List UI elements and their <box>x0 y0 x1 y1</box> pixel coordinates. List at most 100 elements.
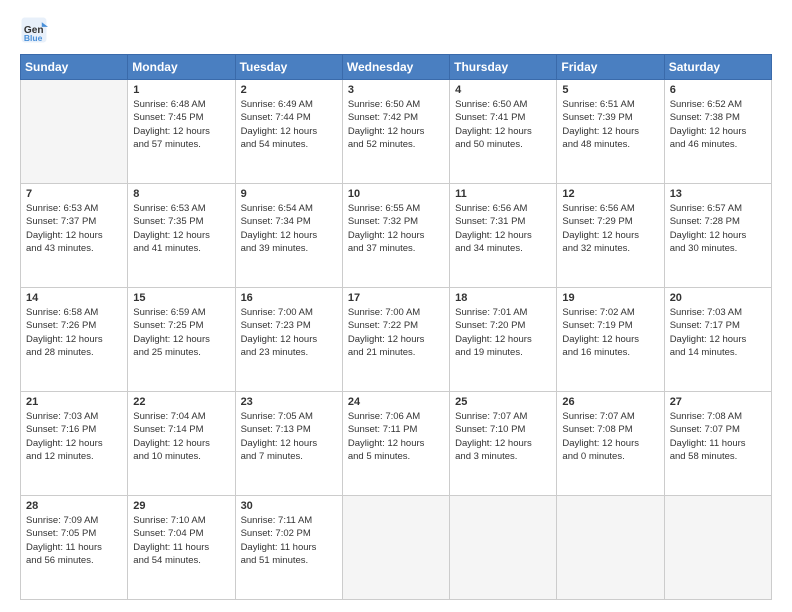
day-info: Sunrise: 7:11 AM Sunset: 7:02 PM Dayligh… <box>241 514 337 567</box>
day-info: Sunrise: 6:53 AM Sunset: 7:35 PM Dayligh… <box>133 202 229 255</box>
calendar-cell <box>342 496 449 600</box>
day-info: Sunrise: 6:54 AM Sunset: 7:34 PM Dayligh… <box>241 202 337 255</box>
calendar-cell: 30 Sunrise: 7:11 AM Sunset: 7:02 PM Dayli… <box>235 496 342 600</box>
calendar-cell: 4 Sunrise: 6:50 AM Sunset: 7:41 PM Daylig… <box>450 80 557 184</box>
day-info: Sunrise: 6:56 AM Sunset: 7:29 PM Dayligh… <box>562 202 658 255</box>
day-info: Sunrise: 7:09 AM Sunset: 7:05 PM Dayligh… <box>26 514 122 567</box>
day-number: 26 <box>562 396 658 408</box>
day-number: 22 <box>133 396 229 408</box>
day-info: Sunrise: 7:04 AM Sunset: 7:14 PM Dayligh… <box>133 410 229 463</box>
weekday-header: Sunday <box>21 55 128 80</box>
day-info: Sunrise: 6:52 AM Sunset: 7:38 PM Dayligh… <box>670 98 766 151</box>
logo-icon: Gen Blue <box>20 16 48 44</box>
calendar-cell: 28 Sunrise: 7:09 AM Sunset: 7:05 PM Dayli… <box>21 496 128 600</box>
calendar-cell: 2 Sunrise: 6:49 AM Sunset: 7:44 PM Daylig… <box>235 80 342 184</box>
calendar-cell: 24 Sunrise: 7:06 AM Sunset: 7:11 PM Dayli… <box>342 392 449 496</box>
calendar-table: SundayMondayTuesdayWednesdayThursdayFrid… <box>20 54 772 600</box>
calendar-cell: 25Sunrise: 7:07 AM Sunset: 7:10 PM Dayli… <box>450 392 557 496</box>
day-number: 29 <box>133 500 229 512</box>
day-number: 21 <box>26 396 122 408</box>
calendar-cell: 27 Sunrise: 7:08 AM Sunset: 7:07 PM Dayli… <box>664 392 771 496</box>
calendar-cell: 16 Sunrise: 7:00 AM Sunset: 7:23 PM Dayli… <box>235 288 342 392</box>
day-info: Sunrise: 6:48 AM Sunset: 7:45 PM Dayligh… <box>133 98 229 151</box>
calendar-cell: 13 Sunrise: 6:57 AM Sunset: 7:28 PM Dayli… <box>664 184 771 288</box>
day-number: 28 <box>26 500 122 512</box>
calendar-cell <box>450 496 557 600</box>
weekday-header-row: SundayMondayTuesdayWednesdayThursdayFrid… <box>21 55 772 80</box>
day-info: Sunrise: 7:01 AM Sunset: 7:20 PM Dayligh… <box>455 306 551 359</box>
day-info: Sunrise: 6:56 AM Sunset: 7:31 PM Dayligh… <box>455 202 551 255</box>
calendar-cell: 17Sunrise: 7:00 AM Sunset: 7:22 PM Dayli… <box>342 288 449 392</box>
day-info: Sunrise: 7:00 AM Sunset: 7:23 PM Dayligh… <box>241 306 337 359</box>
calendar-cell: 18 Sunrise: 7:01 AM Sunset: 7:20 PM Dayli… <box>450 288 557 392</box>
day-info: Sunrise: 6:49 AM Sunset: 7:44 PM Dayligh… <box>241 98 337 151</box>
day-info: Sunrise: 6:50 AM Sunset: 7:41 PM Dayligh… <box>455 98 551 151</box>
day-info: Sunrise: 7:07 AM Sunset: 7:08 PM Dayligh… <box>562 410 658 463</box>
weekday-header: Wednesday <box>342 55 449 80</box>
calendar-cell <box>664 496 771 600</box>
calendar-cell: 15Sunrise: 6:59 AM Sunset: 7:25 PM Dayli… <box>128 288 235 392</box>
calendar-cell: 7 Sunrise: 6:53 AM Sunset: 7:37 PM Daylig… <box>21 184 128 288</box>
day-number: 23 <box>241 396 337 408</box>
day-info: Sunrise: 7:06 AM Sunset: 7:11 PM Dayligh… <box>348 410 444 463</box>
calendar-cell: 12 Sunrise: 6:56 AM Sunset: 7:29 PM Dayli… <box>557 184 664 288</box>
day-number: 8 <box>133 188 229 200</box>
calendar-cell: 11Sunrise: 6:56 AM Sunset: 7:31 PM Dayli… <box>450 184 557 288</box>
day-number: 1 <box>133 84 229 96</box>
day-info: Sunrise: 6:59 AM Sunset: 7:25 PM Dayligh… <box>133 306 229 359</box>
day-number: 10 <box>348 188 444 200</box>
calendar-cell: 29 Sunrise: 7:10 AM Sunset: 7:04 PM Dayli… <box>128 496 235 600</box>
day-number: 19 <box>562 292 658 304</box>
day-info: Sunrise: 6:57 AM Sunset: 7:28 PM Dayligh… <box>670 202 766 255</box>
day-number: 6 <box>670 84 766 96</box>
calendar-cell <box>21 80 128 184</box>
calendar-cell <box>557 496 664 600</box>
day-number: 13 <box>670 188 766 200</box>
day-info: Sunrise: 7:00 AM Sunset: 7:22 PM Dayligh… <box>348 306 444 359</box>
day-number: 12 <box>562 188 658 200</box>
weekday-header: Thursday <box>450 55 557 80</box>
calendar-cell: 22 Sunrise: 7:04 AM Sunset: 7:14 PM Dayli… <box>128 392 235 496</box>
day-number: 4 <box>455 84 551 96</box>
calendar-cell: 6 Sunrise: 6:52 AM Sunset: 7:38 PM Daylig… <box>664 80 771 184</box>
day-info: Sunrise: 6:51 AM Sunset: 7:39 PM Dayligh… <box>562 98 658 151</box>
day-info: Sunrise: 7:08 AM Sunset: 7:07 PM Dayligh… <box>670 410 766 463</box>
calendar-cell: 1 Sunrise: 6:48 AM Sunset: 7:45 PM Daylig… <box>128 80 235 184</box>
week-row: 28 Sunrise: 7:09 AM Sunset: 7:05 PM Dayli… <box>21 496 772 600</box>
day-number: 30 <box>241 500 337 512</box>
day-info: Sunrise: 6:50 AM Sunset: 7:42 PM Dayligh… <box>348 98 444 151</box>
calendar-cell: 21Sunrise: 7:03 AM Sunset: 7:16 PM Dayli… <box>21 392 128 496</box>
weekday-header: Saturday <box>664 55 771 80</box>
header: Gen Blue <box>20 16 772 44</box>
day-number: 18 <box>455 292 551 304</box>
day-info: Sunrise: 6:53 AM Sunset: 7:37 PM Dayligh… <box>26 202 122 255</box>
day-number: 5 <box>562 84 658 96</box>
day-info: Sunrise: 7:03 AM Sunset: 7:17 PM Dayligh… <box>670 306 766 359</box>
day-info: Sunrise: 6:58 AM Sunset: 7:26 PM Dayligh… <box>26 306 122 359</box>
logo: Gen Blue <box>20 16 52 44</box>
day-number: 2 <box>241 84 337 96</box>
calendar-cell: 5 Sunrise: 6:51 AM Sunset: 7:39 PM Daylig… <box>557 80 664 184</box>
day-info: Sunrise: 7:05 AM Sunset: 7:13 PM Dayligh… <box>241 410 337 463</box>
calendar-cell: 14 Sunrise: 6:58 AM Sunset: 7:26 PM Dayli… <box>21 288 128 392</box>
day-number: 16 <box>241 292 337 304</box>
calendar-cell: 9 Sunrise: 6:54 AM Sunset: 7:34 PM Daylig… <box>235 184 342 288</box>
calendar-cell: 23 Sunrise: 7:05 AM Sunset: 7:13 PM Dayli… <box>235 392 342 496</box>
day-info: Sunrise: 7:10 AM Sunset: 7:04 PM Dayligh… <box>133 514 229 567</box>
day-number: 7 <box>26 188 122 200</box>
day-info: Sunrise: 7:02 AM Sunset: 7:19 PM Dayligh… <box>562 306 658 359</box>
day-info: Sunrise: 6:55 AM Sunset: 7:32 PM Dayligh… <box>348 202 444 255</box>
day-number: 25 <box>455 396 551 408</box>
day-number: 24 <box>348 396 444 408</box>
week-row: 21Sunrise: 7:03 AM Sunset: 7:16 PM Dayli… <box>21 392 772 496</box>
day-number: 9 <box>241 188 337 200</box>
calendar-cell: 3Sunrise: 6:50 AM Sunset: 7:42 PM Daylig… <box>342 80 449 184</box>
day-number: 27 <box>670 396 766 408</box>
week-row: 14 Sunrise: 6:58 AM Sunset: 7:26 PM Dayli… <box>21 288 772 392</box>
page: Gen Blue SundayMondayTuesdayWednesdayThu… <box>0 0 792 612</box>
weekday-header: Monday <box>128 55 235 80</box>
week-row: 7 Sunrise: 6:53 AM Sunset: 7:37 PM Daylig… <box>21 184 772 288</box>
calendar-cell: 10 Sunrise: 6:55 AM Sunset: 7:32 PM Dayli… <box>342 184 449 288</box>
day-number: 14 <box>26 292 122 304</box>
calendar-cell: 8 Sunrise: 6:53 AM Sunset: 7:35 PM Daylig… <box>128 184 235 288</box>
